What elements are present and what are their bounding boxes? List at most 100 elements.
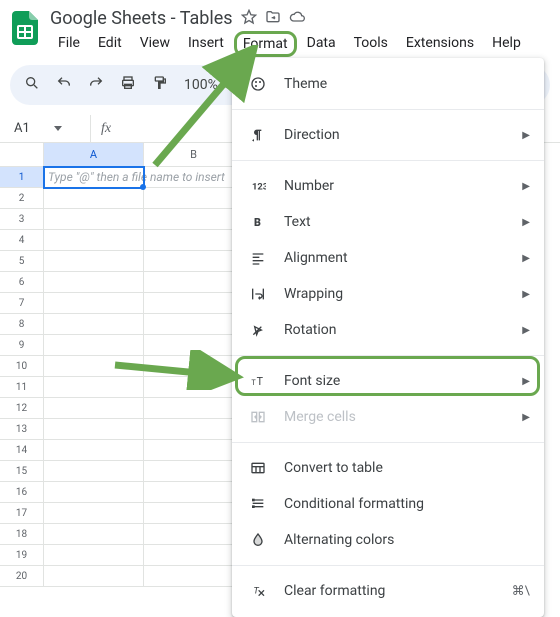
row-header[interactable]: 7 bbox=[0, 293, 44, 314]
menu-item-rotation[interactable]: Rotation ▶ bbox=[232, 312, 544, 348]
row-header[interactable]: 10 bbox=[0, 356, 44, 377]
submenu-arrow-icon: ▶ bbox=[522, 412, 530, 423]
row-header[interactable]: 8 bbox=[0, 314, 44, 335]
cell[interactable] bbox=[144, 482, 244, 503]
row-header[interactable]: 13 bbox=[0, 419, 44, 440]
menu-item-alternating-colors[interactable]: Alternating colors bbox=[232, 522, 544, 558]
cell[interactable] bbox=[44, 251, 144, 272]
cell[interactable] bbox=[144, 524, 244, 545]
cell[interactable]: Type "@" then a file name to insert bbox=[44, 167, 144, 188]
row-header[interactable]: 12 bbox=[0, 398, 44, 419]
menu-item-number[interactable]: 123 Number ▶ bbox=[232, 168, 544, 204]
cell[interactable] bbox=[44, 209, 144, 230]
cell[interactable] bbox=[144, 440, 244, 461]
cell[interactable] bbox=[44, 545, 144, 566]
menu-format[interactable]: Format bbox=[234, 31, 297, 57]
cell[interactable] bbox=[144, 209, 244, 230]
menu-file[interactable]: File bbox=[50, 31, 88, 57]
cell[interactable] bbox=[44, 461, 144, 482]
cell[interactable] bbox=[44, 503, 144, 524]
cell[interactable] bbox=[144, 566, 244, 587]
row-header[interactable]: 16 bbox=[0, 482, 44, 503]
cell[interactable] bbox=[44, 314, 144, 335]
row-header[interactable]: 4 bbox=[0, 230, 44, 251]
menu-insert[interactable]: Insert bbox=[180, 31, 232, 57]
cell[interactable] bbox=[144, 419, 244, 440]
row-header[interactable]: 6 bbox=[0, 272, 44, 293]
print-icon[interactable] bbox=[120, 75, 136, 95]
cell[interactable] bbox=[144, 335, 244, 356]
cell[interactable] bbox=[144, 356, 244, 377]
document-title[interactable]: Google Sheets - Tables bbox=[50, 8, 233, 29]
cell[interactable] bbox=[144, 503, 244, 524]
row-header[interactable]: 15 bbox=[0, 461, 44, 482]
row-header[interactable]: 3 bbox=[0, 209, 44, 230]
cell[interactable] bbox=[44, 356, 144, 377]
star-icon[interactable] bbox=[241, 9, 257, 29]
menu-item-conditional-formatting[interactable]: Conditional formatting bbox=[232, 486, 544, 522]
menu-item-convert-to-table[interactable]: Convert to table bbox=[232, 450, 544, 486]
menu-data[interactable]: Data bbox=[299, 31, 344, 57]
wrapping-icon bbox=[248, 286, 268, 302]
menu-item-direction[interactable]: Direction ▶ bbox=[232, 117, 544, 153]
menu-item-label: Direction bbox=[284, 127, 340, 143]
move-icon[interactable] bbox=[265, 9, 281, 29]
cell[interactable] bbox=[44, 440, 144, 461]
cell[interactable] bbox=[144, 251, 244, 272]
menu-view[interactable]: View bbox=[132, 31, 178, 57]
menu-item-text[interactable]: B Text ▶ bbox=[232, 204, 544, 240]
column-header-b[interactable]: B bbox=[144, 143, 244, 167]
paint-format-icon[interactable] bbox=[152, 75, 168, 95]
cell[interactable] bbox=[144, 293, 244, 314]
cell[interactable] bbox=[44, 188, 144, 209]
cell[interactable] bbox=[44, 524, 144, 545]
row-header[interactable]: 2 bbox=[0, 188, 44, 209]
name-box[interactable]: A1 bbox=[0, 121, 90, 136]
cloud-status-icon[interactable] bbox=[289, 9, 305, 29]
menu-item-clear-formatting[interactable]: T Clear formatting ⌘\ bbox=[232, 573, 544, 609]
select-all-corner[interactable] bbox=[0, 143, 44, 167]
formula-bar-fx-icon[interactable]: fx bbox=[90, 115, 121, 142]
redo-icon[interactable] bbox=[88, 75, 104, 95]
cell[interactable] bbox=[144, 461, 244, 482]
cell[interactable] bbox=[44, 482, 144, 503]
row-header[interactable]: 1 bbox=[0, 167, 44, 188]
cell[interactable] bbox=[44, 398, 144, 419]
menu-help[interactable]: Help bbox=[484, 31, 529, 57]
sheets-logo-icon[interactable] bbox=[10, 8, 40, 48]
undo-icon[interactable] bbox=[56, 75, 72, 95]
cell[interactable] bbox=[144, 188, 244, 209]
menu-tools[interactable]: Tools bbox=[346, 31, 396, 57]
menu-item-alignment[interactable]: Alignment ▶ bbox=[232, 240, 544, 276]
cell[interactable] bbox=[44, 293, 144, 314]
cell[interactable] bbox=[144, 377, 244, 398]
cell[interactable] bbox=[44, 230, 144, 251]
cell[interactable] bbox=[44, 272, 144, 293]
cell[interactable] bbox=[144, 272, 244, 293]
cell[interactable] bbox=[144, 314, 244, 335]
submenu-arrow-icon: ▶ bbox=[522, 217, 530, 228]
row-header[interactable]: 17 bbox=[0, 503, 44, 524]
row-header[interactable]: 14 bbox=[0, 440, 44, 461]
cell[interactable] bbox=[144, 398, 244, 419]
column-header-a[interactable]: A bbox=[44, 143, 144, 167]
menu-item-font-size[interactable]: TT Font size ▶ bbox=[232, 363, 544, 399]
cell[interactable] bbox=[44, 335, 144, 356]
row-header[interactable]: 11 bbox=[0, 377, 44, 398]
row-header[interactable]: 19 bbox=[0, 545, 44, 566]
cell[interactable] bbox=[144, 545, 244, 566]
cell[interactable] bbox=[144, 230, 244, 251]
zoom-select[interactable]: 100% bbox=[184, 77, 230, 93]
cell[interactable] bbox=[44, 377, 144, 398]
row-header[interactable]: 9 bbox=[0, 335, 44, 356]
row-header[interactable]: 20 bbox=[0, 566, 44, 587]
menu-item-theme[interactable]: Theme bbox=[232, 66, 544, 102]
search-menus-icon[interactable] bbox=[24, 75, 40, 95]
menu-edit[interactable]: Edit bbox=[90, 31, 130, 57]
menu-item-wrapping[interactable]: Wrapping ▶ bbox=[232, 276, 544, 312]
cell[interactable] bbox=[44, 419, 144, 440]
row-header[interactable]: 18 bbox=[0, 524, 44, 545]
cell[interactable] bbox=[44, 566, 144, 587]
row-header[interactable]: 5 bbox=[0, 251, 44, 272]
menu-extensions[interactable]: Extensions bbox=[398, 31, 482, 57]
